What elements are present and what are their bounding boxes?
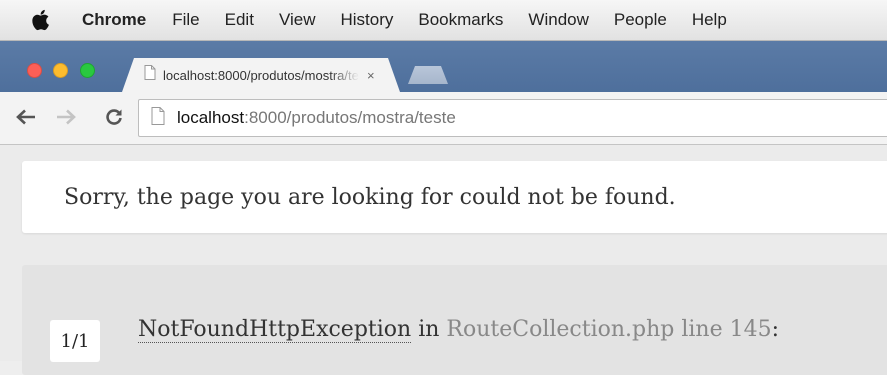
reload-icon[interactable] [102,105,126,129]
url-path: :8000/produtos/mostra/teste [244,108,456,127]
minimize-window-button[interactable] [53,63,68,78]
browser-toolbar: localhost:8000/produtos/mostra/teste [0,92,887,145]
menu-bar: Chrome File Edit View History Bookmarks … [0,0,887,41]
back-arrow-icon[interactable] [14,105,38,129]
exception-counter: 1/1 [50,320,100,362]
new-tab-button[interactable] [408,66,448,84]
menu-view[interactable]: View [279,10,316,30]
apple-icon[interactable] [32,7,56,33]
address-bar[interactable]: localhost:8000/produtos/mostra/teste [138,99,887,137]
exception-line: NotFoundHttpException in RouteCollection… [138,317,780,343]
tab-title: localhost:8000/produtos/mostra/teste [163,67,359,83]
menu-edit[interactable]: Edit [225,10,254,30]
menu-bookmarks[interactable]: Bookmarks [418,10,503,30]
close-window-button[interactable] [27,63,42,78]
not-found-message: Sorry, the page you are looking for coul… [64,184,676,210]
menu-people[interactable]: People [614,10,667,30]
exception-in: in [411,317,447,342]
exception-panel: 1/1 NotFoundHttpException in RouteCollec… [22,265,887,375]
tab-strip: localhost:8000/produtos/mostra/teste × [0,41,887,92]
menu-window[interactable]: Window [528,10,588,30]
page-icon [151,106,165,130]
tab-active[interactable]: localhost:8000/produtos/mostra/teste × [122,58,400,92]
exception-file-location: RouteCollection.php line 145 [446,317,772,342]
menu-help[interactable]: Help [692,10,727,30]
menu-history[interactable]: History [340,10,393,30]
forward-arrow-icon[interactable] [54,105,78,129]
close-tab-icon[interactable]: × [367,68,375,83]
menu-file[interactable]: File [172,10,199,30]
url-host: localhost [177,108,245,127]
exception-suffix: : [771,317,780,342]
exception-name[interactable]: NotFoundHttpException [138,317,412,343]
page-content: Sorry, the page you are looking for coul… [0,145,887,375]
menu-chrome[interactable]: Chrome [82,10,146,30]
url-text[interactable]: localhost:8000/produtos/mostra/teste [177,108,456,128]
not-found-panel: Sorry, the page you are looking for coul… [22,161,887,233]
page-icon [144,65,156,85]
zoom-window-button[interactable] [80,63,95,78]
